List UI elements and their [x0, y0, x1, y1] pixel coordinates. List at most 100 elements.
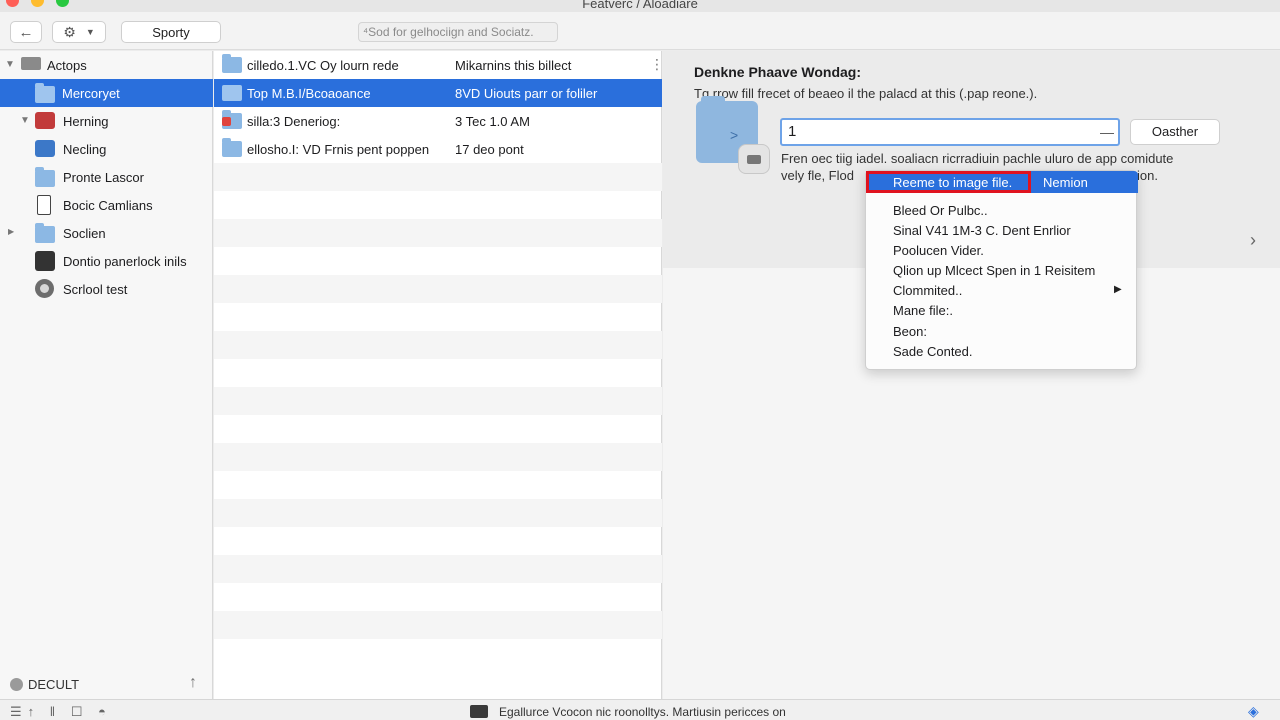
menu-item-with-submenu[interactable]: Clommited.. [893, 283, 962, 298]
status-dot-icon [10, 678, 23, 691]
computer-icon [21, 57, 41, 70]
more-options-icon[interactable]: ⋮ [650, 56, 664, 73]
sidebar-item-actops[interactable]: ▼ Actops [0, 51, 213, 79]
sidebar-footer: DECULT ↑ [0, 671, 213, 699]
empty-row [214, 555, 662, 583]
sidebar-item-label: Mercoryet [62, 86, 120, 101]
empty-row [214, 443, 662, 471]
empty-row [214, 387, 662, 415]
panel-description-line1: Fren oec tiig iadel. soaliacn ricrradiui… [781, 151, 1174, 166]
app-icon [35, 112, 55, 129]
chevron-down-icon: ▼ [85, 27, 95, 37]
file-info: 17 deo pont [455, 142, 524, 157]
folder-icon [222, 54, 242, 73]
window-title: Featverc / Aloadiare [582, 0, 698, 11]
context-menu: Reeme to image file. Nemion Bleed Or Pul… [865, 170, 1138, 370]
rename-input-value: 1 [788, 123, 797, 140]
chart-icon [35, 140, 55, 157]
toolbar: ← ⚙ ▼ Sporty ⁴Sod for gelhociign and Soc… [0, 12, 1280, 50]
menu-item[interactable]: Poolucen Vider. [893, 243, 984, 258]
sidebar-item-label: Herning [63, 114, 109, 129]
menu-item[interactable]: Sade Conted. [893, 344, 973, 359]
sidebar-item-scrlool-test[interactable]: Scrlool test [0, 275, 213, 303]
status-bar-tools-icon[interactable]: ☰↑ ‖ ☐ ◓ [10, 704, 112, 720]
app-grid-icon [35, 251, 55, 271]
menu-item[interactable]: Sinal V41 1M-3 C. Dent Enrlior [893, 223, 1071, 238]
highlighted-menu-item[interactable]: Reeme to image file. [866, 171, 1031, 193]
upload-icon[interactable]: ↑ [189, 674, 197, 692]
detail-pane: Denkne Phaave Wondag: Tg rrow fill frece… [663, 51, 1280, 699]
file-name: silla:3 Deneriog: [247, 114, 341, 129]
sidebar-item-label: Actops [47, 58, 87, 73]
sidebar-item-herning[interactable]: ▼ Herning [0, 107, 213, 135]
empty-row [214, 163, 662, 191]
thumbnail-icon [470, 705, 488, 718]
sidebar-item-label: Soclien [63, 226, 106, 241]
menu-item[interactable]: Beon: [893, 324, 927, 339]
empty-row [214, 331, 662, 359]
submenu-arrow-icon: ▶ [1114, 284, 1122, 295]
empty-row [214, 275, 662, 303]
file-row-selected[interactable]: Top M.B.I/Bcoaoance 8VD Uiouts parr or f… [214, 79, 662, 107]
menu-item-nemion[interactable]: Nemion [1043, 175, 1088, 190]
disclosure-triangle-icon[interactable]: ▼ [5, 59, 15, 70]
cursor-arrow-icon: › [1250, 230, 1256, 250]
menu-item-label: Reeme to image file. [893, 175, 1013, 190]
other-button[interactable]: Oasther [1130, 119, 1220, 145]
sidebar-item-bocic-camlians[interactable]: Bocic Camlians [0, 191, 213, 219]
file-name: Top M.B.I/Bcoaoance [247, 86, 371, 101]
search-input[interactable]: ⁴Sod for gelhociign and Sociatz. [358, 22, 558, 42]
file-row[interactable]: ellosho.I: VD Frnis pent poppen 17 deo p… [214, 135, 662, 163]
panel-description-tail: ion. [1137, 168, 1158, 183]
file-list: cilledo.1.VC Oy lourn rede Mikarnins thi… [214, 51, 664, 699]
sidebar: ▼ Actops Mercoryet ▼ Herning Necling Pro… [0, 51, 213, 699]
panel-description-line2: vely fle, Flod [781, 168, 854, 183]
folder-icon [35, 83, 55, 103]
disclosure-triangle-icon[interactable]: ▼ [20, 115, 30, 126]
sidebar-item-mercoryet[interactable]: Mercoryet [0, 79, 213, 107]
sidebar-footer-label: DECULT [28, 677, 80, 692]
file-name: ellosho.I: VD Frnis pent poppen [247, 142, 430, 157]
panel-subtitle: Tg rrow fill frecet of beaeo il the pala… [694, 86, 1038, 101]
empty-row [214, 219, 662, 247]
file-info: 3 Tec 1.0 AM [455, 114, 530, 129]
empty-row [214, 611, 662, 639]
sidebar-item-necling[interactable]: Necling [0, 135, 213, 163]
menu-item[interactable]: Bleed Or Pulbc.. [893, 203, 988, 218]
sidebar-item-label: Scrlool test [63, 282, 128, 297]
sporty-button[interactable]: Sporty [121, 21, 221, 43]
sidebar-item-label: Pronte Lascor [63, 170, 144, 185]
share-icon[interactable]: ◈ [1248, 703, 1259, 720]
clear-icon[interactable]: — [1100, 120, 1114, 144]
disclosure-triangle-icon[interactable]: ▶ [8, 227, 14, 236]
status-bar: ☰↑ ‖ ☐ ◓ Egallurce Vcocon nic roonolltys… [0, 699, 1280, 720]
sidebar-item-label: Necling [63, 142, 107, 157]
action-menu-button[interactable]: ⚙ ▼ [52, 21, 106, 43]
title-bar: Featverc / Aloadiare [0, 0, 1280, 12]
rename-input[interactable]: 1 — [780, 118, 1120, 146]
sidebar-item-dontio-panerlock[interactable]: Dontio panerlock inils [0, 247, 213, 275]
sidebar-item-label: Dontio panerlock inils [63, 254, 187, 269]
file-info: 8VD Uiouts parr or foliler [455, 86, 598, 101]
sidebar-item-pronte-lascor[interactable]: Pronte Lascor [0, 163, 213, 191]
file-icon [222, 85, 242, 101]
folder-icon [35, 223, 55, 243]
sidebar-item-soclien[interactable]: ▶ Soclien [0, 219, 213, 247]
settings-icon [35, 279, 54, 298]
empty-row [214, 499, 662, 527]
back-arrow-icon: ← [18, 23, 34, 41]
document-icon [37, 195, 51, 215]
folder-icon [222, 138, 242, 157]
file-row[interactable]: silla:3 Deneriog: 3 Tec 1.0 AM [214, 107, 662, 135]
tag-icon [222, 117, 231, 126]
status-text: Egallurce Vcocon nic roonolltys. Martius… [499, 705, 786, 719]
sidebar-item-label: Bocic Camlians [63, 198, 153, 213]
file-info: Mikarnins this billect [455, 58, 572, 73]
file-name: cilledo.1.VC Oy lourn rede [247, 58, 399, 73]
file-row[interactable]: cilledo.1.VC Oy lourn rede Mikarnins thi… [214, 51, 664, 79]
disk-icon [738, 144, 770, 174]
folder-arrow-icon: > [730, 127, 739, 143]
back-button[interactable]: ← [10, 21, 42, 43]
menu-item[interactable]: Qlion up Mlcect Spen in 1 Reisitem [893, 263, 1095, 278]
menu-item[interactable]: Mane file:. [893, 303, 953, 318]
